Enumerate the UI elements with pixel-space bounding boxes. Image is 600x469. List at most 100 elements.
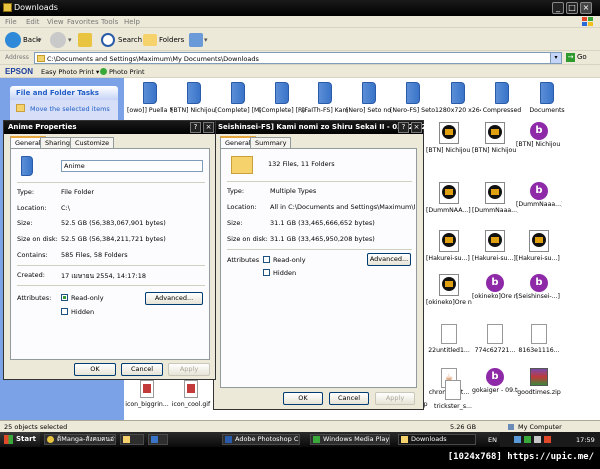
taskbar-item-downloads[interactable]: Downloads [398, 434, 476, 445]
file-item[interactable]: b[okineko]Ore no Imouto ... [472, 274, 518, 300]
volume-icon[interactable] [534, 436, 541, 443]
cancel-button[interactable]: Cancel [329, 392, 369, 405]
title-bar[interactable]: Downloads _ □ × [0, 0, 600, 16]
file-label: [okineko]Ore no Imouto ... [426, 299, 472, 306]
minimize-button[interactable]: _ [552, 2, 564, 14]
help-button[interactable]: ? [190, 122, 201, 133]
file-item[interactable]: bgokaiger - 09.torrent [472, 368, 518, 394]
file-item[interactable]: Compressed [479, 82, 525, 114]
file-item[interactable]: 8163e1116... [516, 324, 562, 354]
file-item[interactable]: icon_cool.gif [168, 380, 214, 408]
taskbar-item-media-player[interactable]: Windows Media Player [310, 434, 390, 445]
easy-photo-print-button[interactable]: Easy Photo Print ▾ [41, 68, 99, 76]
file-item[interactable]: [Nero] Seto no Hanayome... [346, 82, 392, 114]
ok-button[interactable]: OK [283, 392, 323, 405]
created-value: 17 เมษายน 2554, 14:17:18 [61, 272, 146, 280]
folder-icon [401, 436, 408, 443]
forward-dropdown-icon[interactable]: ▾ [68, 33, 72, 48]
file-item[interactable]: [Nero-FS] Seto no Hanayome... [390, 82, 436, 114]
file-item[interactable]: 774c62721... [472, 324, 518, 354]
readonly-checkbox[interactable] [61, 294, 68, 301]
search-icon [101, 33, 115, 47]
file-item[interactable]: [DummNAA...] gokaiger -... [426, 182, 472, 214]
file-item[interactable]: icon_biggrin... [124, 380, 170, 408]
up-folder-icon[interactable] [78, 33, 92, 47]
go-button[interactable]: → Go [566, 53, 587, 62]
file-item[interactable]: [Complete] [Maiko] To... [215, 82, 261, 114]
clock[interactable]: 17:59 [576, 436, 595, 444]
taskbar-item-app[interactable] [148, 434, 168, 445]
help-button[interactable]: ? [398, 122, 409, 133]
address-dropdown-icon[interactable]: ▾ [550, 53, 561, 63]
file-item[interactable]: [Hakurei-su...] Hana-Saku ... [516, 230, 562, 262]
security-icon[interactable] [544, 436, 551, 443]
file-item[interactable]: [BTN] Nichijou 1-2 [171, 82, 217, 114]
menu-view[interactable]: View [47, 18, 64, 26]
menu-help[interactable]: Help [124, 18, 140, 26]
taskbar-item-folder[interactable] [120, 434, 144, 445]
dialog-title-bar[interactable]: Anime Properties ? × [4, 121, 215, 134]
menu-file[interactable]: File [5, 18, 17, 26]
views-dropdown-icon[interactable]: ▾ [204, 33, 208, 48]
maximize-button[interactable]: □ [566, 2, 578, 14]
address-field[interactable]: C:\Documents and Settings\Maximum\My Doc… [34, 52, 562, 64]
vid-icon [439, 274, 459, 296]
file-item[interactable]: b[DummNaaa...] Kaizoku Sen... [516, 182, 562, 208]
file-item[interactable]: Documents [524, 82, 570, 114]
dialog-close-button[interactable]: × [411, 122, 422, 133]
file-item[interactable]: [owo]] Puella Magi Madok... [127, 82, 173, 114]
ok-button[interactable]: OK [74, 363, 116, 376]
dialog-close-button[interactable]: × [203, 122, 214, 133]
file-item[interactable]: b[BTN] Nichijou - 03 (720p)... [516, 122, 562, 148]
file-item[interactable]: [Hakurei-su...] Hana-Saku ... [426, 230, 472, 262]
menu-favorites[interactable]: Favorites [67, 18, 99, 26]
status-size: 5.26 GB [450, 423, 477, 431]
views-icon[interactable] [189, 33, 203, 47]
back-dropdown-icon[interactable]: ▾ [38, 33, 42, 48]
vid-icon [529, 230, 549, 252]
search-button[interactable]: Search [118, 33, 142, 48]
hidden-checkbox[interactable] [263, 269, 270, 276]
file-item[interactable]: 1280x720 x264 AAC [435, 82, 481, 114]
taskbar-item-photoshop[interactable]: Adobe Photoshop C... [222, 434, 300, 445]
address-path[interactable]: C:\Documents and Settings\Maximum\My Doc… [47, 55, 259, 63]
menu-edit[interactable]: Edit [26, 18, 40, 26]
tab-customize[interactable]: Customize [70, 137, 115, 148]
advanced-button[interactable]: Advanced... [367, 253, 411, 266]
cancel-button[interactable]: Cancel [121, 363, 163, 376]
taskbar-item-browser[interactable]: ดิManga-สังคมคนอ่า... [44, 434, 116, 445]
network-icon[interactable] [514, 436, 521, 443]
file-label: [Hakurei-su...] Hana-Saku ... [426, 255, 472, 262]
file-item[interactable]: [DummNaaa...] Kaizoku Sen... [472, 182, 518, 214]
move-selected-link[interactable]: Move the selected items [30, 105, 110, 113]
start-button[interactable]: Start [0, 432, 40, 447]
back-arrow-icon[interactable] [5, 32, 21, 48]
advanced-button[interactable]: Advanced... [145, 292, 203, 305]
folder-name-field[interactable]: Anime [61, 160, 203, 172]
tab-summary[interactable]: Summary [250, 137, 292, 148]
file-item[interactable]: b[Seishinsei-...] Kami Nomi z... [516, 274, 562, 300]
photo-print-button[interactable]: Photo Print [100, 68, 145, 76]
bt-icon: b [530, 122, 548, 140]
tray-app-icon[interactable] [524, 436, 531, 443]
file-item[interactable]: [Complete] [Red-Alph... [259, 82, 305, 114]
file-item[interactable]: [okineko]Ore no Imouto ... [426, 274, 472, 306]
file-item[interactable]: [BTN] Nichijou - 03 (720p)... [472, 122, 518, 154]
file-item[interactable]: [Hakurei-su...] Hana-Saku ... [472, 230, 518, 262]
menu-tools[interactable]: Tools [101, 18, 118, 26]
close-button[interactable]: × [580, 2, 592, 14]
language-indicator[interactable]: EN [488, 436, 497, 444]
forward-arrow-icon[interactable] [50, 32, 66, 48]
apply-button[interactable]: Apply [168, 363, 210, 376]
folders-button[interactable]: Folders [159, 33, 184, 48]
apply-button[interactable]: Apply [375, 392, 415, 405]
file-item[interactable]: goodtimes.zip [516, 368, 562, 396]
size-on-disk-value: 52.5 GB (56,384,211,721 bytes) [61, 235, 166, 243]
file-item[interactable]: 22untitled1... [426, 324, 472, 354]
file-item[interactable]: trickster_s... [430, 380, 476, 410]
readonly-checkbox[interactable] [263, 256, 270, 263]
hidden-checkbox[interactable] [61, 308, 68, 315]
dialog-title-bar[interactable]: Seishinsei-FS] Kami nomi zo Shiru Sekai … [214, 121, 434, 134]
file-folder-tasks-header[interactable]: File and Folder Tasks [10, 86, 118, 100]
file-item[interactable]: [FaITh-FS] Kami no Tsukaim... [302, 82, 348, 114]
